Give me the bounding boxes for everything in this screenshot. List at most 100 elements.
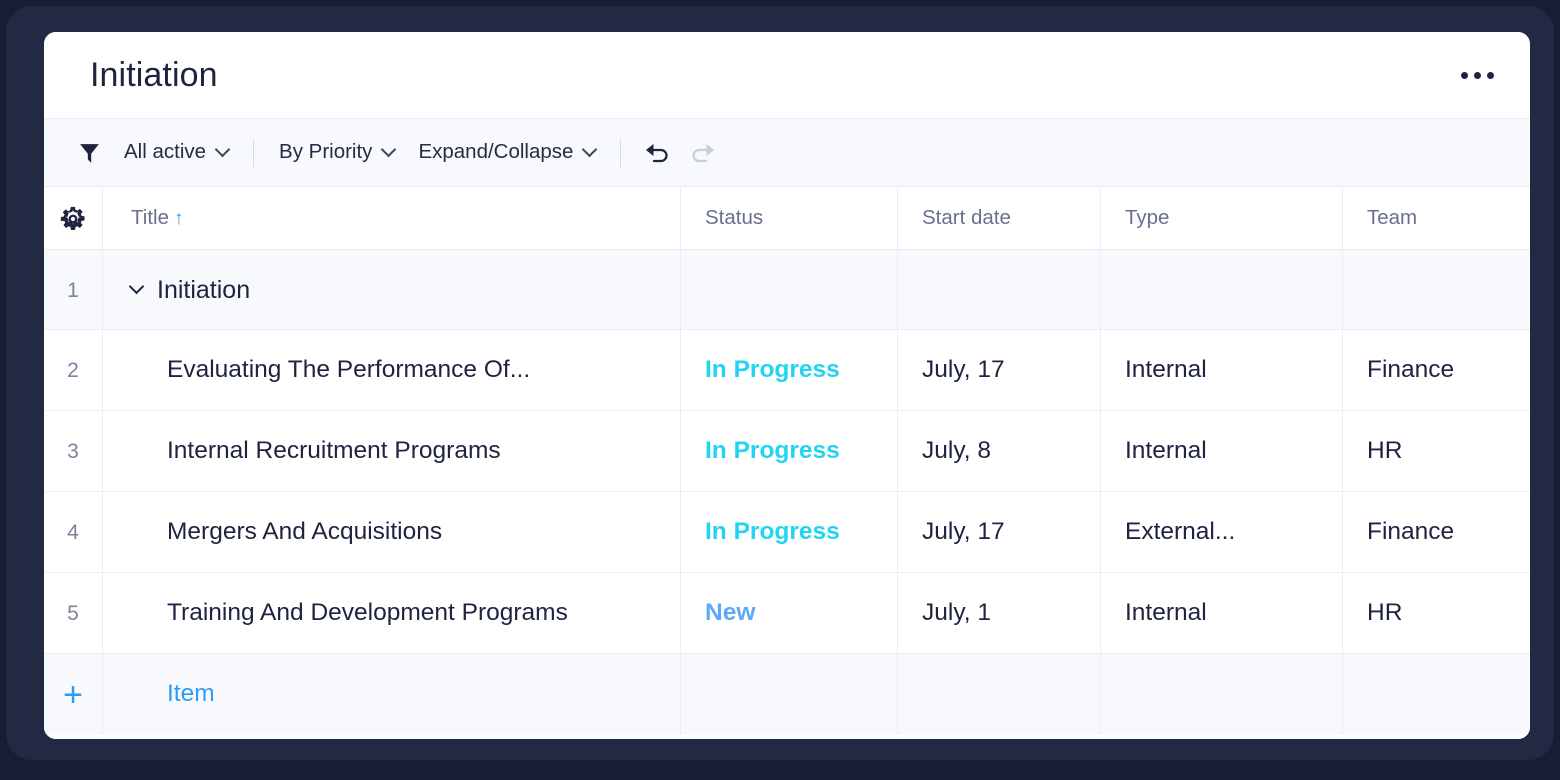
cell-start-date[interactable]: July, 1 [898,573,1101,654]
table-row[interactable]: 2 Evaluating The Performance Of... In Prog… [44,330,1530,411]
more-options-icon-dot-2 [1473,71,1481,79]
column-header-title[interactable]: Title ↑ [103,187,681,250]
cell-start-date[interactable]: July, 8 [898,411,1101,492]
chevron-down-icon [381,141,397,158]
undo-button[interactable] [634,130,680,176]
add-item-row[interactable]: + Item [44,654,1530,735]
cell-type[interactable]: Internal [1101,330,1343,411]
table-row[interactable]: 4 Mergers And Acquisitions In Progress July… [44,492,1530,573]
undo-arrow-icon [646,143,668,162]
chevron-down-icon[interactable] [128,278,145,294]
column-header-team[interactable]: Team [1343,187,1530,250]
cell-start-date-text: July, 1 [922,601,991,626]
chevron-down-icon [214,141,231,158]
cell-type[interactable]: Internal [1101,411,1343,492]
toolbar-divider-1 [253,138,255,167]
add-item-status-cell [681,654,898,735]
column-header-title-label: Title [131,206,169,230]
redo-button[interactable] [680,130,726,176]
cell-start-date-text: July, 8 [922,439,991,464]
cell-title[interactable]: Internal Recruitment Programs [103,411,681,492]
table-row[interactable]: 5 Training And Development Programs New Jul… [44,573,1530,654]
cell-type[interactable]: Internal [1101,573,1343,654]
cell-title[interactable]: Evaluating The Performance Of... [103,330,681,411]
group-start-date-cell[interactable] [898,250,1101,330]
column-header-status[interactable]: Status [681,187,898,250]
group-by-label: By Priority [279,140,373,164]
cell-start-date[interactable]: July, 17 [898,330,1101,411]
plus-icon: + [63,675,83,714]
add-item-team-cell [1343,654,1530,735]
row-number: 3 [44,411,103,492]
filter-button[interactable] [66,130,112,176]
grid-group-row[interactable]: 1 Initiation [44,250,1530,330]
status-badge: In Progress [705,356,840,384]
toolbar: All active By Priority Expand/Collapse [44,119,1530,187]
add-item-button[interactable]: + [44,654,103,735]
column-header-start-date-label: Start date [922,206,1011,230]
cell-team-text: Finance [1367,358,1455,383]
cell-team[interactable]: HR [1343,411,1530,492]
status-badge: In Progress [705,437,840,465]
data-grid: Title ↑ Status Start date Type Team 1 In… [44,187,1530,739]
row-number: 1 [44,250,103,330]
row-number-label: 3 [67,440,79,463]
cell-team[interactable]: HR [1343,573,1530,654]
column-header-start-date[interactable]: Start date [898,187,1101,250]
row-number: 4 [44,492,103,573]
cell-start-date[interactable]: July, 17 [898,492,1101,573]
gear-icon [60,206,85,230]
row-number-label: 4 [67,521,79,544]
cell-start-date-text: July, 17 [922,358,1005,383]
filter-preset-dropdown[interactable]: All active [112,135,240,170]
group-by-dropdown[interactable]: By Priority [267,135,406,170]
chevron-down-icon [582,141,598,158]
filter-preset-label: All active [124,140,207,164]
cell-team-text: Finance [1367,520,1455,545]
grid-settings-button[interactable] [44,187,103,250]
cell-title-text: Internal Recruitment Programs [167,439,501,464]
status-badge: New [705,599,756,627]
column-header-type[interactable]: Type [1101,187,1343,250]
cell-title-text: Mergers And Acquisitions [167,520,443,545]
cell-team[interactable]: Finance [1343,492,1530,573]
group-status-cell[interactable] [681,250,898,330]
title-bar: Initiation [44,32,1530,119]
cell-team-text: HR [1367,439,1403,464]
cell-status[interactable]: In Progress [681,492,898,573]
cell-type-text: Internal [1125,601,1207,626]
cell-type-text: Internal [1125,358,1207,383]
row-number: 5 [44,573,103,654]
group-title-cell[interactable]: Initiation [103,250,681,330]
more-options-button[interactable] [1450,48,1504,102]
group-type-cell[interactable] [1101,250,1343,330]
add-item-label-cell[interactable]: Item [103,654,681,735]
toolbar-divider-2 [620,138,622,167]
redo-arrow-icon [692,143,715,162]
app-card: Initiation All active By Priority Expand… [44,32,1530,739]
cell-start-date-text: July, 17 [922,520,1005,545]
cell-title-text: Evaluating The Performance Of... [167,358,531,383]
cell-status[interactable]: In Progress [681,411,898,492]
expand-collapse-label: Expand/Collapse [418,140,574,164]
cell-type[interactable]: External... [1101,492,1343,573]
table-row[interactable]: 3 Internal Recruitment Programs In Progres… [44,411,1530,492]
cell-title[interactable]: Training And Development Programs [103,573,681,654]
add-item-start-date-cell [898,654,1101,735]
cell-status[interactable]: In Progress [681,330,898,411]
page-title: Initiation [90,56,218,94]
column-header-status-label: Status [705,206,764,230]
more-options-icon-dot-1 [1460,71,1468,79]
cell-type-text: Internal [1125,439,1207,464]
cell-team[interactable]: Finance [1343,330,1530,411]
column-header-team-label: Team [1367,206,1418,230]
filter-funnel-icon [79,144,99,163]
cell-title[interactable]: Mergers And Acquisitions [103,492,681,573]
group-title-label: Initiation [157,275,251,304]
cell-status[interactable]: New [681,573,898,654]
add-item-label: Item [167,680,215,708]
cell-type-text: External... [1125,520,1236,545]
expand-collapse-dropdown[interactable]: Expand/Collapse [406,135,607,170]
add-item-type-cell [1101,654,1343,735]
group-team-cell[interactable] [1343,250,1530,330]
